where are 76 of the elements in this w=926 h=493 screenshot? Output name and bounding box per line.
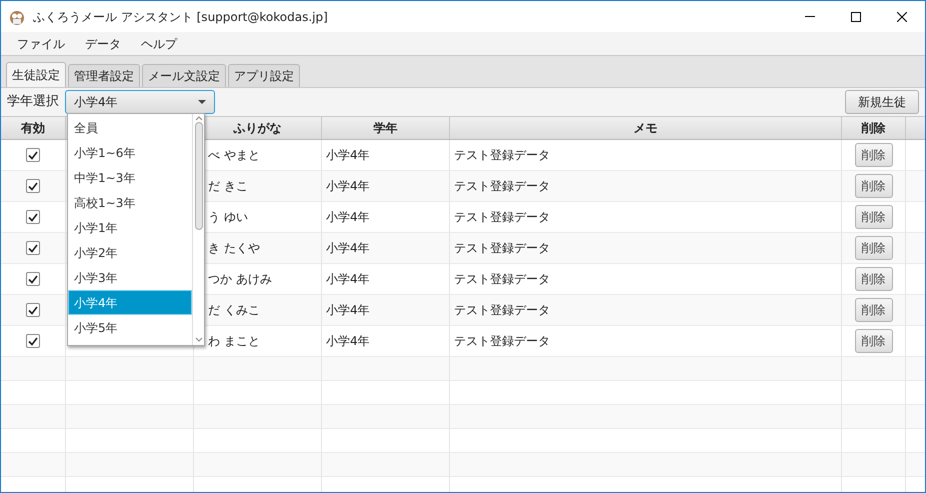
scroll-up-icon [194,114,202,122]
dropdown-option[interactable]: 小学5年 [68,315,192,340]
table-cell-text: 小学4年 [326,147,370,164]
checkbox[interactable] [26,241,40,255]
maximize-icon [851,12,861,22]
tab[interactable]: メール文設定 [142,64,226,87]
column-header: ふりがな [234,120,282,137]
check-icon [28,274,38,284]
checkbox[interactable] [26,334,40,348]
delete-button[interactable]: 削除 [854,267,892,291]
window-title: ふくろうメール アシスタント [support@kokodas.jp] [33,8,328,26]
dropdown-arrow-icon [198,100,206,104]
check-icon [28,182,38,190]
dropdown-option[interactable]: 小学1年 [68,215,192,240]
scrollbar-thumb[interactable] [194,122,202,230]
delete-button[interactable]: 削除 [854,236,892,260]
table-cell-text: テスト登録データ [454,240,550,257]
check-icon [28,336,38,346]
table-cell-text: テスト登録データ [454,209,550,226]
dropdown-option[interactable]: 高校1~3年 [68,190,192,215]
menu-item[interactable]: データ [77,34,129,52]
scrollbar[interactable] [192,114,204,345]
table-cell-text: 小学4年 [326,302,370,319]
table-cell-text: べ やまと [208,147,260,164]
checkbox[interactable] [26,148,40,162]
owl-icon [9,8,25,24]
table-cell-text: テスト登録データ [454,147,550,164]
table-cell-text: つか あけみ [208,271,272,288]
table-cell-text: テスト登録データ [454,333,550,350]
table-cell-text: う ゆい [208,209,248,226]
check-icon [28,306,38,314]
table-cell-text: テスト登録データ [454,178,550,195]
dropdown-option[interactable]: 小学3年 [68,265,192,290]
table-cell-text: き たくや [208,240,260,257]
checkbox[interactable] [26,210,40,224]
close-icon [897,12,907,22]
table-cell-text: テスト登録データ [454,271,550,288]
scroll-down-icon [194,336,202,344]
check-icon [28,244,38,252]
delete-button[interactable]: 削除 [854,329,892,353]
tab[interactable]: 生徒設定 [6,62,66,87]
delete-button[interactable]: 削除 [854,143,892,167]
delete-button[interactable]: 削除 [854,205,892,229]
column-header: 有効 [21,120,45,137]
delete-button[interactable]: 削除 [854,174,892,198]
column-header: メモ [634,120,658,137]
checkbox[interactable] [26,179,40,193]
grade-dropdown-value: 小学4年 [74,94,118,111]
checkbox[interactable] [26,303,40,317]
minimize-icon [805,16,815,17]
dropdown-option[interactable]: 中学1~3年 [68,165,192,190]
dropdown-option[interactable]: 小学1~6年 [68,140,192,165]
dropdown-option[interactable]: 小学2年 [68,240,192,265]
tab[interactable]: 管理者設定 [68,64,140,87]
delete-button[interactable]: 削除 [854,298,892,322]
tab[interactable]: アプリ設定 [228,64,300,87]
new-student-button[interactable]: 新規生徒 [845,90,919,114]
table-cell-text: だ くみこ [208,302,260,319]
check-icon [28,150,38,160]
table-cell-text: 小学4年 [326,178,370,195]
table-cell-text: 小学4年 [326,271,370,288]
column-header: 削除 [862,120,886,137]
table-cell-text: だ きこ [208,178,248,195]
table-cell-text: テスト登録データ [454,302,550,319]
grade-dropdown[interactable]: 小学4年 [65,90,215,114]
menu-item[interactable]: ヘルプ [133,34,185,52]
table-cell-text: 小学4年 [326,333,370,350]
table-cell-text: 小学4年 [326,240,370,257]
check-icon [28,212,38,222]
checkbox[interactable] [26,272,40,286]
menu-item[interactable]: ファイル [9,34,73,52]
dropdown-option[interactable]: 全員 [68,115,192,140]
grade-select-label: 学年選択 [7,93,59,112]
column-header: 学年 [374,120,398,137]
table-cell-text: 小学4年 [326,209,370,226]
table-cell-text: わ まこと [208,333,260,350]
